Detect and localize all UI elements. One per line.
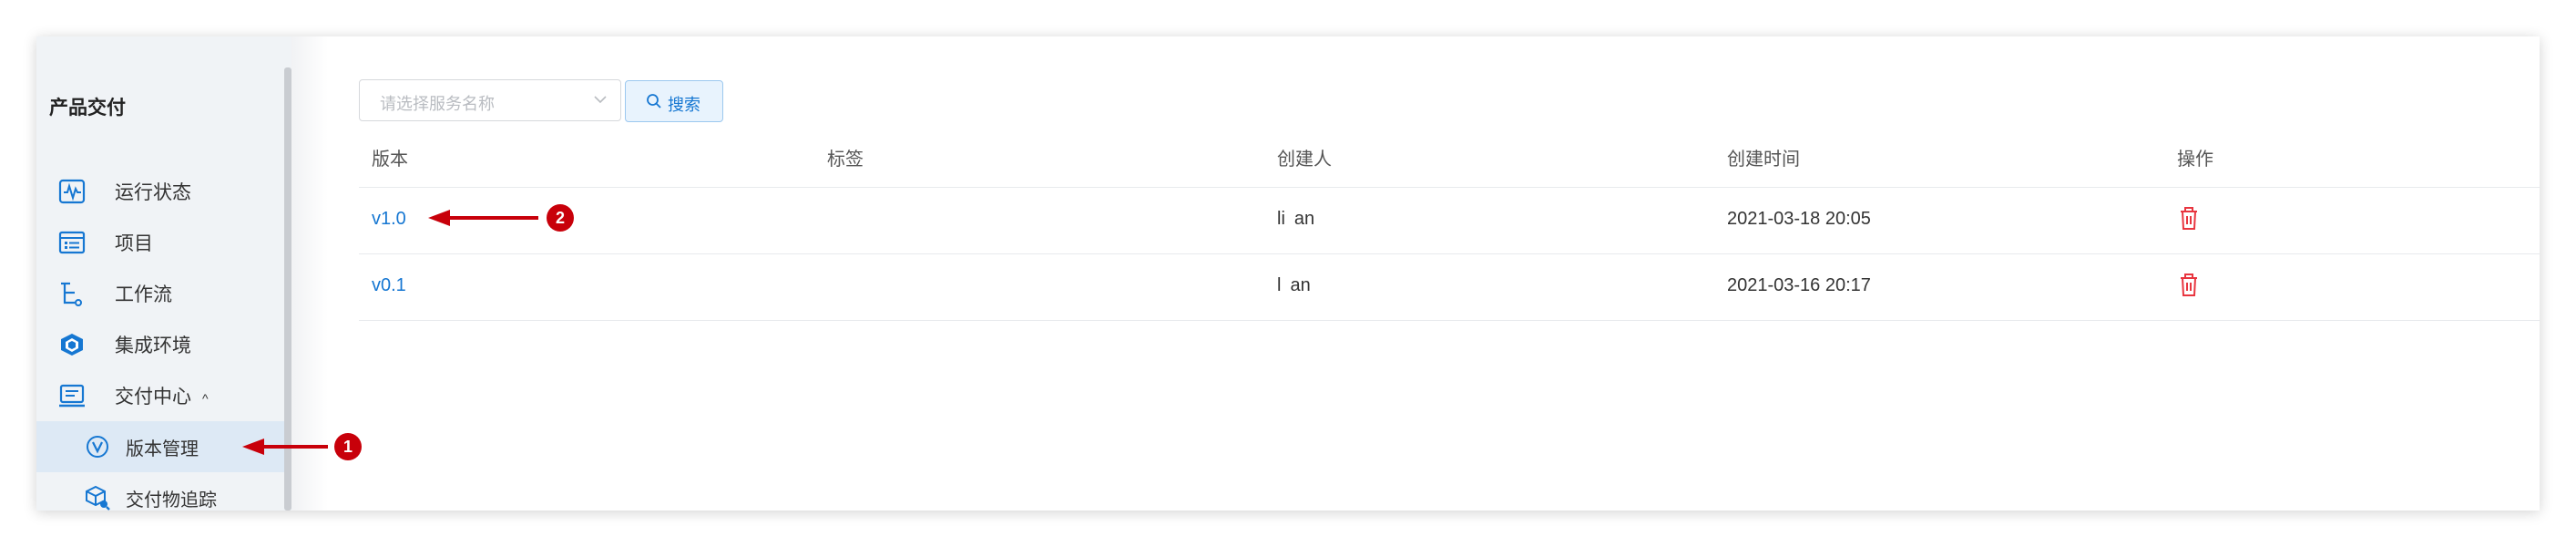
annotation-arrow-2: 2	[428, 204, 574, 232]
version-link[interactable]: v1.0	[372, 209, 406, 230]
search-icon	[646, 93, 662, 109]
table-row-divider	[359, 253, 2540, 254]
sidebar-subitem-artifact-tracking[interactable]: 交付物追踪	[36, 472, 284, 511]
integration-cube-icon	[58, 332, 86, 357]
package-search-icon	[84, 485, 111, 511]
service-name-select[interactable]: 请选择服务名称	[359, 79, 621, 121]
creator-cell: l an	[1277, 275, 1311, 295]
sidebar-item-label: 版本管理	[126, 439, 199, 459]
annotation-number-2: 2	[556, 209, 565, 227]
column-header-tag: 标签	[827, 150, 864, 170]
sidebar-item-integration-env[interactable]: 集成环境	[36, 319, 284, 370]
annotation-number-1: 1	[343, 438, 353, 456]
sidebar-item-delivery-center[interactable]: 交付中心 ^	[36, 370, 284, 421]
created-time-cell: 2021-03-16 20:17	[1727, 275, 1871, 295]
project-list-icon	[58, 230, 86, 255]
sidebar-item-label: 工作流	[115, 284, 172, 305]
search-button[interactable]: 搜索	[625, 80, 723, 122]
search-button-label: 搜索	[668, 96, 700, 114]
sidebar-item-label: 交付中心 ^	[115, 387, 209, 408]
annotation-arrow-1: 1	[242, 433, 362, 460]
delete-icon[interactable]	[2179, 207, 2199, 231]
chevron-up-icon[interactable]: ^	[202, 391, 209, 406]
activity-chart-icon	[58, 179, 86, 204]
chevron-down-icon	[593, 92, 608, 107]
column-header-creator: 创建人	[1277, 150, 1332, 170]
sidebar-item-workflow[interactable]: 工作流	[36, 268, 284, 319]
app-window: 产品交付 运行状态 项目 工作流 集成环境 交付中心 ^ 版本管理 交付物追踪 …	[36, 36, 2540, 511]
delete-icon[interactable]	[2179, 274, 2199, 297]
delivery-center-icon	[58, 383, 86, 408]
select-placeholder: 请选择服务名称	[380, 95, 495, 113]
created-time-cell: 2021-03-18 20:05	[1727, 209, 1871, 229]
sidebar-item-label: 交付物追踪	[126, 490, 217, 511]
sidebar-item-projects[interactable]: 项目	[36, 217, 284, 268]
sidebar-item-label: 集成环境	[115, 335, 191, 356]
workflow-tree-icon	[58, 281, 86, 306]
version-v-icon	[84, 434, 111, 459]
version-link[interactable]: v0.1	[372, 275, 406, 296]
sidebar-item-running-status[interactable]: 运行状态	[36, 166, 284, 217]
column-header-version: 版本	[372, 150, 408, 170]
table-row-divider	[359, 320, 2540, 321]
column-header-actions: 操作	[2177, 150, 2213, 170]
creator-cell: li an	[1277, 209, 1315, 229]
table-header-divider	[359, 187, 2540, 188]
sidebar-item-label: 运行状态	[115, 182, 191, 203]
column-header-created-time: 创建时间	[1727, 150, 1800, 170]
sidebar-item-label: 项目	[115, 233, 153, 254]
sidebar-section-title: 产品交付	[49, 98, 126, 119]
